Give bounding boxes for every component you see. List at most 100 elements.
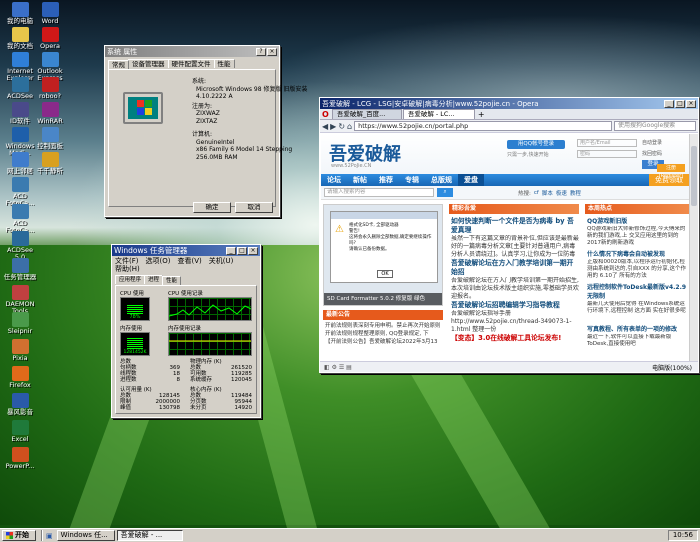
auto-login-checkbox[interactable]: 自动登录 [642,139,662,146]
taskbar-item-opera[interactable]: 吾爱破解 - ... [116,530,183,541]
taskbar-item-taskmgr[interactable]: Windows 任... [56,530,115,541]
desktop-icon[interactable]: Word [32,2,68,25]
close-button[interactable]: × [686,99,696,108]
hot-search-link[interactable]: cf [534,190,539,196]
notice-item[interactable]: 【开前法则公告】吾爱破解论坛2022年3月13 [325,338,443,346]
desktop-icon[interactable]: WinRAR [32,102,68,125]
tab-device-manager[interactable]: 设备管理器 [128,59,169,68]
nav-item[interactable]: 论坛 [321,174,347,186]
news-title[interactable]: 如何快速判断一个文件是否为病毒 by 吾爱真理 [451,217,579,235]
minimize-button[interactable]: _ [226,246,236,255]
news-title[interactable]: 吾爱破解论坛在方入门教学培训第一期开始招 [451,259,579,277]
desktop-icon[interactable]: ACDSee 5.0 [2,231,38,261]
system-clock[interactable]: 10:56 [667,530,698,541]
app-icon [11,152,29,167]
menu-shutdown[interactable]: 关机(U) [209,257,234,265]
desktop-icon[interactable]: Firefox [2,366,38,389]
close-button[interactable]: × [248,246,258,255]
desktop-icon[interactable]: Sleipnir [2,312,38,335]
quicklaunch-desktop-icon[interactable]: ▣ [46,532,53,540]
password-input[interactable]: 密码 [577,150,637,158]
forward-icon[interactable]: ▶ [330,122,336,131]
menu-view[interactable]: 查看(V) [177,257,201,265]
app-icon [11,393,29,408]
desktop-icon-label: Firefox [9,381,31,389]
desktop-icon[interactable]: 控制面板 [32,127,68,150]
notice-item[interactable]: 开前法规则表深刻专用申明。禁止再次开始原则 [325,322,443,330]
nav-item[interactable]: 爱盘 [458,174,484,186]
close-button[interactable]: × [267,47,277,56]
task-manager-menu: 文件(F) 选项(O) 查看(V) 关机(U) 帮助(H) [112,256,260,274]
username-input[interactable]: 用户名/Email [577,139,637,147]
app-icon [11,102,29,117]
home-icon[interactable]: ⌂ [347,122,352,131]
nav-item[interactable]: 推荐 [373,174,399,186]
opera-menu-icon[interactable]: O [322,110,329,119]
search-box[interactable]: 使用搜狗Google搜索 [614,121,696,131]
tab-hardware-profiles[interactable]: 硬件配置文件 [167,59,215,68]
minimize-button[interactable]: _ [664,99,674,108]
system-properties-titlebar[interactable]: 系统 属性 ? × [105,46,279,57]
stat-label: 系统缓存 [190,377,213,383]
scrollbar-thumb[interactable] [691,146,697,206]
register-button[interactable]: 注册[Register] [657,164,685,179]
tab-applications[interactable]: 应用程序 [115,275,146,284]
desktop-icon[interactable]: Opera [32,27,68,50]
tab-processes[interactable]: 进程 [144,275,164,284]
browser-titlebar[interactable]: 吾爱破解 - LCG - LSG|安卓破解|病毒分析|www.52pojie.c… [320,98,698,109]
desktop-icon[interactable]: 千千静听 [32,152,68,175]
task-manager-titlebar[interactable]: Windows 任务管理器 _ □ × [112,245,260,256]
hot-item-title[interactable]: 什么情况下病毒会自动被发现 [587,250,689,259]
desktop-icon[interactable]: DAEMON Tools [2,285,38,315]
help-button[interactable]: ? [256,47,266,56]
slideshow-caption[interactable]: SD Card Formatter 5.0.2 修复版 绿色 [324,293,442,305]
popup-ok-button[interactable]: OK [377,270,393,278]
system-line: 4.10.2222 A [196,93,233,100]
site-search-input[interactable]: 请输入搜索内容 [324,188,434,197]
start-button[interactable]: 开始 [2,530,36,541]
cancel-button[interactable]: 取消 [235,202,273,213]
nav-item[interactable]: 总版规 [425,174,458,186]
desktop-icon[interactable]: Pixia [2,339,38,362]
browser-tab-active[interactable]: 吾爱破解 - LC... [402,109,475,119]
hot-item-title[interactable]: 写真教程、所有表单的一项的修改 [587,325,689,334]
find-password-link[interactable]: 找回密码 [642,150,662,157]
hot-search-link[interactable]: 教程 [570,189,581,197]
maximize-button[interactable]: □ [675,99,685,108]
desktop-icon[interactable]: 暴风影音 [2,393,38,416]
ok-button[interactable]: 确定 [193,202,231,213]
address-bar[interactable]: https://www.52pojie.cn/portal.php [354,121,612,131]
hot-search-link[interactable]: 脚本 [542,189,553,197]
hot-item-title[interactable]: 远程控制软件ToDesk最新版v4.2.9无限制 [587,283,689,301]
desktop-icon[interactable]: roboo? [32,77,68,100]
tab-performance[interactable]: 性能 [213,59,235,68]
news-title[interactable]: 【变态】3.0在线破解工具论坛发布! [451,334,579,343]
hot-item-title[interactable]: QQ游戏新旧版 [587,217,689,226]
maximize-button[interactable]: □ [237,246,247,255]
back-icon[interactable]: ◀ [322,122,328,131]
site-search-button[interactable]: ⌕ [437,188,453,197]
desktop-icon[interactable]: PowerP... [2,447,38,470]
desktop-icon[interactable]: 任务管理器 [2,258,38,281]
slideshow[interactable]: ⚠ 格式化SD卡, 全部驱动器 警告! 这将会永久删除全部数据,确定要继续操作吗… [323,204,443,306]
browser-tab[interactable]: 吾爱破解_百度... [331,109,402,119]
menu-file[interactable]: 文件(F) [115,257,139,265]
desktop-icon[interactable]: ACD FotoCa... [2,177,38,207]
notice-item[interactable]: 开前法规则规程整理原则, QQ登录规定, 下 [325,330,443,338]
menu-options[interactable]: 选项(O) [146,257,171,265]
reload-icon[interactable]: ↻ [338,122,345,131]
app-icon [41,152,59,167]
app-icon [11,127,29,142]
nav-item[interactable]: 专辑 [399,174,425,186]
nav-item[interactable]: 新帖 [347,174,373,186]
zoom-level[interactable]: 电脑版(100%) [652,363,692,372]
qq-login-button[interactable]: 用QQ帐号登录 [507,140,565,149]
news-title[interactable]: 吾爱破解论坛招聘编辑学习指导教程 [451,301,579,310]
opera-browser-window: 吾爱破解 - LCG - LSG|安卓破解|病毒分析|www.52pojie.c… [319,97,699,373]
desktop-icon[interactable]: ACD FotoCa... [2,204,38,234]
desktop-icon[interactable]: Excel [2,420,38,443]
new-tab-button[interactable]: + [475,110,488,119]
hot-search-link[interactable]: 极速 [556,189,567,197]
menu-help[interactable]: 帮助(H) [115,265,140,273]
vertical-scrollbar[interactable] [689,134,698,361]
